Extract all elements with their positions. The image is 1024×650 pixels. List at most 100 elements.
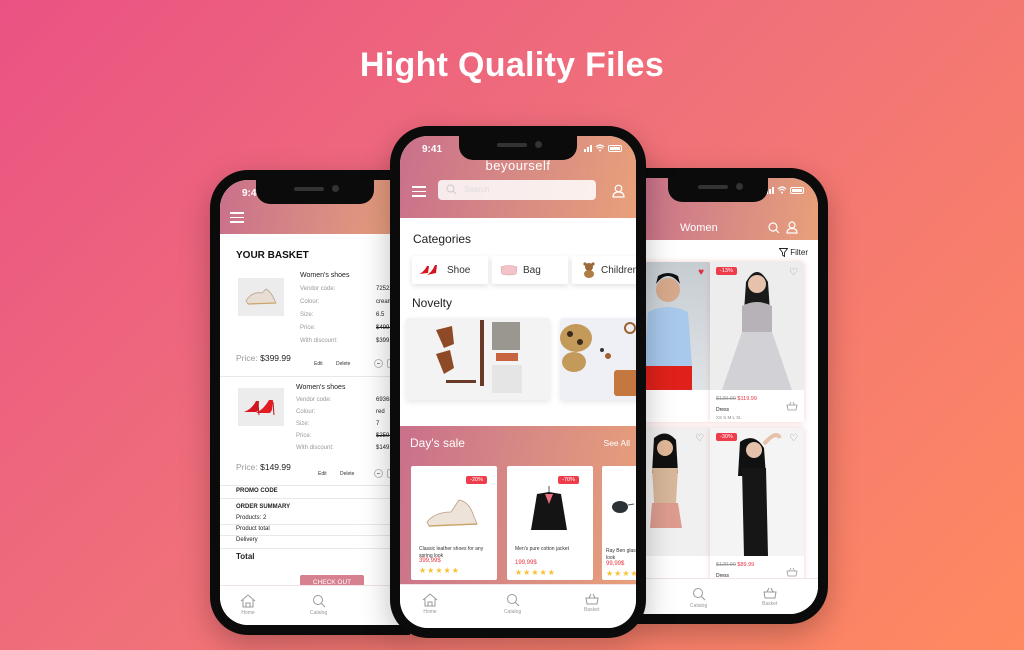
search-icon bbox=[506, 594, 519, 607]
add-to-basket-icon[interactable] bbox=[786, 567, 798, 577]
status-icons bbox=[766, 186, 804, 194]
product-thumbnail-sneaker[interactable] bbox=[238, 278, 284, 316]
edit-button[interactable]: Edit bbox=[318, 471, 327, 477]
tab-catalog[interactable]: Catalog bbox=[690, 587, 707, 609]
item-price: Price: $149.99 bbox=[236, 462, 291, 472]
tab-home[interactable]: Home bbox=[240, 594, 256, 616]
row-label: Price: bbox=[296, 433, 312, 439]
days-sale-section: Day's sale See All -20% Classic leather … bbox=[400, 426, 636, 586]
tab-bar: Home Catalog Basket bbox=[400, 584, 636, 628]
product-name: Dress bbox=[716, 407, 730, 413]
battery-icon bbox=[608, 145, 622, 152]
heart-filled-icon[interactable]: ♥ bbox=[698, 267, 704, 278]
hero-title: Hight Quality Files bbox=[359, 46, 665, 84]
novelty-title: Novelty bbox=[412, 296, 453, 310]
divider bbox=[220, 498, 410, 499]
page-title: Women bbox=[680, 222, 718, 234]
days-sale-title: Day's sale bbox=[410, 436, 465, 450]
basket-icon bbox=[585, 593, 599, 605]
basket-title: YOUR BASKET bbox=[236, 250, 309, 261]
basket-icon bbox=[763, 587, 777, 599]
sale-item-price: 99,99$ bbox=[606, 561, 625, 567]
tab-home[interactable]: Home bbox=[422, 593, 438, 615]
heart-outline-icon[interactable]: ♡ bbox=[789, 267, 798, 278]
row-label: With discount: bbox=[296, 445, 334, 451]
user-icon[interactable] bbox=[612, 184, 625, 198]
divider bbox=[220, 524, 410, 525]
heart-outline-icon[interactable]: ♡ bbox=[789, 433, 798, 444]
heart-outline-icon[interactable]: ♡ bbox=[695, 433, 704, 444]
user-icon[interactable] bbox=[786, 221, 798, 234]
see-all-link[interactable]: See All bbox=[604, 438, 630, 448]
basket-item-name: Women's shoes bbox=[296, 384, 346, 391]
edit-button[interactable]: Edit bbox=[314, 361, 323, 367]
phone-home: 9:41 beyourself Search Categories Shoe B… bbox=[390, 126, 646, 638]
product-card[interactable]: -13% ♡ $139.99 $119.99 Dress XS S M L XL bbox=[710, 262, 804, 422]
menu-icon[interactable] bbox=[412, 186, 426, 197]
product-thumbnail-heels[interactable] bbox=[238, 388, 284, 426]
minus-icon[interactable] bbox=[374, 359, 383, 368]
bag-icon bbox=[500, 265, 518, 276]
search-icon bbox=[312, 595, 325, 608]
heels-icon bbox=[419, 265, 437, 275]
product-image[interactable] bbox=[710, 428, 804, 556]
minus-icon[interactable] bbox=[374, 469, 383, 478]
product-image bbox=[426, 499, 478, 527]
row-label: With discount: bbox=[300, 338, 338, 344]
add-to-basket-icon[interactable] bbox=[786, 401, 798, 411]
search-input[interactable]: Search bbox=[438, 180, 596, 200]
search-icon bbox=[446, 184, 457, 195]
filter-icon bbox=[779, 248, 789, 257]
delete-button[interactable]: Delete bbox=[336, 361, 350, 367]
product-sizes: XS S M L XL bbox=[716, 415, 742, 420]
product-card[interactable]: -30% ♡ $129.99 $89.99 Dress XS S M bbox=[710, 428, 804, 588]
divider bbox=[220, 548, 410, 549]
home-icon bbox=[422, 593, 438, 607]
row-label: Vendor code: bbox=[300, 286, 336, 292]
menu-icon[interactable] bbox=[230, 212, 244, 223]
novelty-card[interactable] bbox=[560, 318, 636, 400]
tab-basket[interactable]: Basket bbox=[584, 593, 599, 613]
tab-catalog[interactable]: Catalog bbox=[310, 594, 327, 616]
sale-card[interactable]: Ray Ben glasses for your best look 99,99… bbox=[602, 466, 636, 580]
tab-bar: Home Catalog bbox=[220, 585, 410, 625]
promo-code-label[interactable]: PROMO CODE bbox=[236, 488, 278, 494]
sale-item-price: 399,99$ bbox=[419, 558, 441, 564]
home-screen: 9:41 beyourself Search Categories Shoe B… bbox=[400, 136, 636, 628]
women-screen: Women Filter ♥ -13% ♡ $139.99 $119.99 Dr… bbox=[636, 178, 818, 614]
delivery-label: Delivery bbox=[236, 537, 258, 543]
status-icons bbox=[584, 144, 622, 152]
category-shoe[interactable]: Shoe bbox=[412, 256, 488, 284]
product-total-label: Product total bbox=[236, 526, 270, 532]
divider bbox=[220, 376, 410, 377]
tab-basket[interactable]: Basket bbox=[762, 587, 777, 607]
novelty-card[interactable] bbox=[406, 318, 550, 400]
category-children[interactable]: Children bbox=[572, 256, 636, 284]
battery-icon bbox=[790, 187, 804, 194]
category-bag[interactable]: Bag bbox=[492, 256, 568, 284]
brand-logo[interactable]: beyourself bbox=[400, 158, 636, 173]
product-card[interactable]: ♡ bbox=[636, 428, 710, 588]
phone-notch bbox=[668, 178, 768, 202]
row-label: Size: bbox=[300, 312, 314, 318]
sale-card[interactable]: -20% Classic leather shoes for any sprin… bbox=[411, 466, 497, 580]
rating-stars: ★★★★★ bbox=[606, 569, 636, 578]
product-image[interactable] bbox=[636, 428, 710, 556]
wifi-icon bbox=[595, 144, 605, 152]
product-image[interactable] bbox=[636, 262, 710, 390]
filter-button[interactable]: Filter bbox=[779, 248, 808, 257]
row-label: Vendor code: bbox=[296, 397, 332, 403]
sale-card[interactable]: -70% Men's pure cotton jacket 199,99$ ★★… bbox=[507, 466, 593, 580]
tab-catalog[interactable]: Catalog bbox=[504, 593, 521, 615]
order-summary-heading: ORDER SUMMARY bbox=[236, 504, 291, 510]
delete-button[interactable]: Delete bbox=[340, 471, 354, 477]
product-image[interactable] bbox=[710, 262, 804, 390]
search-icon[interactable] bbox=[768, 222, 780, 234]
row-label: Colour: bbox=[300, 299, 320, 305]
status-time: 9:41 bbox=[422, 144, 443, 155]
phone-notch bbox=[256, 180, 374, 204]
search-placeholder: Search bbox=[464, 185, 490, 194]
divider bbox=[220, 535, 410, 536]
item-price: Price: $399.99 bbox=[236, 353, 291, 363]
product-card[interactable]: ♥ bbox=[636, 262, 710, 422]
